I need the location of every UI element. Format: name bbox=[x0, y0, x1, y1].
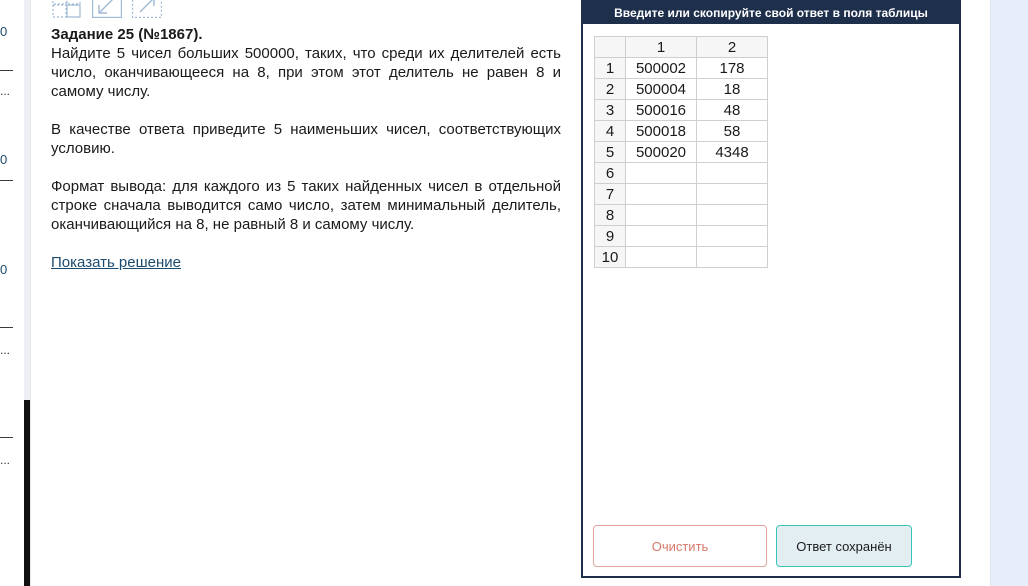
sidebar-mark[interactable]: 0 bbox=[0, 262, 7, 277]
row-number-cell: 7 bbox=[594, 183, 626, 205]
answer-cell-1[interactable]: 500004 bbox=[625, 78, 697, 100]
answer-cell-2[interactable] bbox=[696, 162, 768, 184]
task-title: Задание 25 (№1867). bbox=[51, 26, 203, 43]
expand-icon[interactable] bbox=[132, 0, 162, 18]
column-header: 1 bbox=[625, 36, 697, 58]
answer-cell-2[interactable]: 58 bbox=[696, 120, 768, 142]
answer-panel: Введите или скопируйте свой ответ в поля… bbox=[581, 0, 961, 578]
answer-cell-1[interactable] bbox=[625, 162, 697, 184]
table-row: 5 500020 4348 bbox=[594, 141, 768, 163]
sidebar-divider bbox=[0, 70, 13, 71]
answer-saved-button[interactable]: Ответ сохранён bbox=[776, 525, 912, 567]
task-paragraph: Найдите 5 чисел больших 500000, таких, ч… bbox=[51, 45, 561, 100]
task-content: Задание 25 (№1867). Найдите 5 чисел боль… bbox=[51, 25, 561, 272]
row-number-cell: 8 bbox=[594, 204, 626, 226]
answer-cell-2[interactable] bbox=[696, 204, 768, 226]
answer-cell-2[interactable]: 48 bbox=[696, 99, 768, 121]
table-row: 7 bbox=[594, 183, 768, 205]
left-sidebar-fragment: 0 ... 0 0 ... ... bbox=[0, 0, 31, 586]
answer-cell-1[interactable] bbox=[625, 246, 697, 268]
task-paragraph: В качестве ответа приведите 5 наименьших… bbox=[51, 121, 561, 157]
toolbar bbox=[52, 0, 162, 18]
table-row: 10 bbox=[594, 246, 768, 268]
row-number-cell: 4 bbox=[594, 120, 626, 142]
table-row: 2 500004 18 bbox=[594, 78, 768, 100]
answer-table: 1 2 1 500002 178 2 500004 18 3 500016 48 4 500018 5… bbox=[594, 36, 768, 268]
answer-cell-1[interactable]: 500016 bbox=[625, 99, 697, 121]
row-number-cell: 6 bbox=[594, 162, 626, 184]
row-number-cell: 10 bbox=[594, 246, 626, 268]
sidebar-edge bbox=[30, 0, 31, 586]
answer-cell-2[interactable]: 178 bbox=[696, 57, 768, 79]
table-row: 4 500018 58 bbox=[594, 120, 768, 142]
sidebar-mark[interactable]: 0 bbox=[0, 24, 7, 39]
table-row: 3 500016 48 bbox=[594, 99, 768, 121]
table-header-row: 1 2 bbox=[594, 36, 768, 58]
sidebar-mark[interactable]: 0 bbox=[0, 152, 7, 167]
sidebar-divider bbox=[0, 327, 13, 328]
table-row: 9 bbox=[594, 225, 768, 247]
sidebar-ellipsis: ... bbox=[0, 343, 11, 357]
show-solution-link[interactable]: Показать решение bbox=[51, 253, 181, 272]
shrink-icon[interactable] bbox=[92, 0, 122, 18]
sidebar-ellipsis: ... bbox=[0, 84, 11, 98]
column-header: 2 bbox=[696, 36, 768, 58]
sidebar-divider bbox=[0, 437, 13, 438]
right-gutter bbox=[991, 0, 1028, 586]
table-row: 1 500002 178 bbox=[594, 57, 768, 79]
answer-cell-1[interactable]: 500020 bbox=[625, 141, 697, 163]
answer-cell-1[interactable]: 500002 bbox=[625, 57, 697, 79]
sidebar-divider bbox=[0, 180, 13, 181]
row-number-cell: 5 bbox=[594, 141, 626, 163]
answer-cell-2[interactable]: 18 bbox=[696, 78, 768, 100]
row-number-cell: 2 bbox=[594, 78, 626, 100]
answer-cell-2[interactable]: 4348 bbox=[696, 141, 768, 163]
answer-cell-2[interactable] bbox=[696, 225, 768, 247]
clear-button[interactable]: Очистить bbox=[593, 525, 767, 567]
answer-panel-header: Введите или скопируйте свой ответ в поля… bbox=[583, 2, 959, 24]
answer-cell-1[interactable] bbox=[625, 183, 697, 205]
grid-icon[interactable] bbox=[52, 0, 82, 18]
corner-cell bbox=[594, 36, 626, 58]
row-number-cell: 9 bbox=[594, 225, 626, 247]
sidebar-ellipsis: ... bbox=[0, 453, 11, 467]
task-paragraph: Формат вывода: для каждого из 5 таких на… bbox=[51, 178, 561, 233]
answer-cell-1[interactable]: 500018 bbox=[625, 120, 697, 142]
answer-cell-1[interactable] bbox=[625, 204, 697, 226]
row-number-cell: 3 bbox=[594, 99, 626, 121]
row-number-cell: 1 bbox=[594, 57, 626, 79]
answer-cell-2[interactable] bbox=[696, 246, 768, 268]
answer-cell-1[interactable] bbox=[625, 225, 697, 247]
table-row: 6 bbox=[594, 162, 768, 184]
table-row: 8 bbox=[594, 204, 768, 226]
answer-cell-2[interactable] bbox=[696, 183, 768, 205]
